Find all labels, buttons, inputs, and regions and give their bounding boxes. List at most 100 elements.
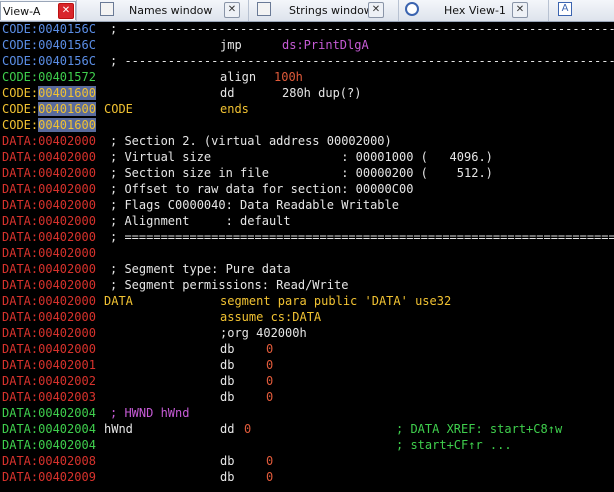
address: CODE:00401600 — [2, 118, 96, 132]
listing-line[interactable]: DATA:00402000 ; Offset to raw data for se… — [0, 181, 614, 197]
listing-line[interactable]: DATA:00402009 db 0 — [0, 469, 614, 485]
structures-icon: A — [558, 2, 572, 16]
address: DATA:00402000 — [2, 166, 96, 180]
listing-operand[interactable]: ds:PrintDlgA — [282, 37, 369, 53]
listing-line[interactable]: DATA:00402000 ; =========================… — [0, 229, 614, 245]
listing-line[interactable]: DATA:00402008 db 0 — [0, 453, 614, 469]
listing-line[interactable]: CODE:0040156C jmp ds:PrintDlgA — [0, 37, 614, 53]
listing-line[interactable]: DATA:00402000 ;org 402000h — [0, 325, 614, 341]
listing-comment: ; Alignment : default — [110, 214, 291, 228]
listing-mnemonic: db — [220, 390, 235, 404]
address: CODE:0040156C — [2, 38, 96, 52]
listing-line[interactable]: DATA:00402000 DATA segment para public 'DA… — [0, 293, 614, 309]
tab-names-window[interactable]: Names window ✕ — [96, 1, 246, 19]
listing-operand[interactable]: 0 — [266, 341, 273, 357]
listing-line[interactable]: DATA:00402004 ; start+CF↑r ... — [0, 437, 614, 453]
address: DATA:00402000 — [2, 342, 96, 356]
listing-operand[interactable]: 0 — [266, 469, 273, 485]
listing-label: DATA — [104, 294, 133, 308]
tab-label: Strings window — [289, 4, 373, 17]
listing-operand[interactable]: 0 — [244, 421, 251, 437]
listing-line[interactable]: DATA:00402000 ; Segment permissions: Read… — [0, 277, 614, 293]
listing-line[interactable]: DATA:00402004 hWnd dd 0 ; DATA XREF: start+C… — [0, 421, 614, 437]
listing-comment: ; start+CF↑r ... — [396, 438, 512, 452]
listing-label: CODE — [104, 102, 133, 116]
address: DATA:00402004 — [2, 438, 96, 452]
address: DATA:00402000 — [2, 246, 96, 260]
tab-structures[interactable]: A — [556, 1, 614, 19]
listing-mnemonic: ends — [220, 102, 249, 116]
listing-comment: ; Section 2. (virtual address 00002000) — [110, 134, 392, 148]
address: DATA:00402000 — [2, 326, 96, 340]
listing-operand[interactable]: 0 — [266, 389, 273, 405]
address: CODE:0040156C — [2, 54, 96, 68]
names-window-icon — [100, 2, 114, 16]
strings-window-icon — [257, 2, 271, 16]
listing-mnemonic: db — [220, 470, 235, 484]
tab-strings-window[interactable]: Strings window ✕ — [254, 1, 404, 19]
listing-mnemonic: db — [220, 358, 235, 372]
listing-line[interactable]: DATA:00402000 assume cs:DATA — [0, 309, 614, 325]
listing-line[interactable]: DATA:00402000 ; Flags C0000040: Data Read… — [0, 197, 614, 213]
listing-line[interactable]: DATA:00402000 — [0, 245, 614, 261]
listing-line[interactable]: DATA:00402000 ; Section 2. (virtual addre… — [0, 133, 614, 149]
listing-line[interactable]: DATA:00402003 db 0 — [0, 389, 614, 405]
address: DATA:00402000 — [2, 214, 96, 228]
address: DATA:00402000 — [2, 230, 96, 244]
listing-line[interactable]: DATA:00402002 db 0 — [0, 373, 614, 389]
listing-operand[interactable]: 0 — [266, 373, 273, 389]
disassembly-listing[interactable]: CODE:0040156C ; -------------------------… — [0, 21, 614, 492]
tab-label: Names window — [129, 4, 213, 17]
listing-mnemonic: db — [220, 374, 235, 388]
close-tab-icon[interactable]: ✕ — [512, 2, 528, 18]
address: DATA:00402000 — [2, 182, 96, 196]
listing-operand[interactable]: 280h dup(?) — [282, 85, 361, 101]
tab-label: Hex View-1 — [444, 4, 506, 17]
listing-comment: ; Section size in file : 00000200 ( 512.… — [110, 166, 493, 180]
listing-mnemonic: jmp — [220, 38, 242, 52]
hex-view-icon — [405, 2, 419, 16]
listing-line[interactable]: CODE:00401600 CODE ends — [0, 101, 614, 117]
listing-line[interactable]: CODE:00401572 align 100h — [0, 69, 614, 85]
close-tab-icon[interactable]: ✕ — [224, 2, 240, 18]
listing-label: hWnd — [104, 422, 133, 436]
close-tab-icon[interactable]: ✕ — [368, 2, 384, 18]
listing-line[interactable]: DATA:00402004 ; HWND hWnd — [0, 405, 614, 421]
listing-operand[interactable]: 0 — [266, 357, 273, 373]
close-tab-icon[interactable]: ✕ — [58, 3, 74, 19]
listing-mnemonic: align — [220, 70, 257, 84]
listing-line[interactable]: CODE:00401600 dd 280h dup(?) — [0, 85, 614, 101]
listing-mnemonic: dd — [220, 86, 235, 100]
tab-hex-view-1[interactable]: Hex View-1 ✕ — [402, 1, 532, 19]
address: DATA:00402001 — [2, 358, 96, 372]
address: CODE:00401600 — [2, 102, 96, 116]
listing-comment: ; Segment type: Pure data — [110, 262, 291, 276]
listing-comment: ; ======================================… — [110, 230, 614, 244]
listing-comment: ; Flags C0000040: Data Readable Writable — [110, 198, 399, 212]
listing-line[interactable]: CODE:0040156C ; -------------------------… — [0, 21, 614, 37]
address: DATA:00402000 — [2, 262, 96, 276]
listing-comment: ; HWND hWnd — [110, 406, 190, 420]
listing-line[interactable]: CODE:0040156C ; -------------------------… — [0, 53, 614, 69]
listing-comment: ; --------------------------------------… — [110, 22, 614, 36]
address: DATA:00402000 — [2, 198, 96, 212]
listing-line[interactable]: CODE:00401600 — [0, 117, 614, 133]
listing-mnemonic: db — [220, 454, 235, 468]
listing-operand[interactable]: 0 — [266, 453, 273, 469]
listing-line[interactable]: DATA:00402000 ; Alignment : default — [0, 213, 614, 229]
address: DATA:00402000 — [2, 278, 96, 292]
address: DATA:00402000 — [2, 294, 96, 308]
listing-line[interactable]: DATA:00402000 ; Virtual size : 00001000 (… — [0, 149, 614, 165]
listing-line[interactable]: DATA:00402001 db 0 — [0, 357, 614, 373]
address: DATA:00402003 — [2, 390, 96, 404]
address: DATA:00402002 — [2, 374, 96, 388]
tab-ida-view-a[interactable]: View-A ✕ — [0, 1, 76, 20]
listing-line[interactable]: DATA:00402000 ; Section size in file : 00… — [0, 165, 614, 181]
listing-mnemonic: ;org 402000h — [220, 326, 307, 340]
address: CODE:00401572 — [2, 70, 96, 84]
address: CODE:0040156C — [2, 22, 96, 36]
address: DATA:00402004 — [2, 422, 96, 436]
listing-line[interactable]: DATA:00402000 ; Segment type: Pure data — [0, 261, 614, 277]
listing-line[interactable]: DATA:00402000 db 0 — [0, 341, 614, 357]
listing-operand[interactable]: 100h — [274, 69, 303, 85]
